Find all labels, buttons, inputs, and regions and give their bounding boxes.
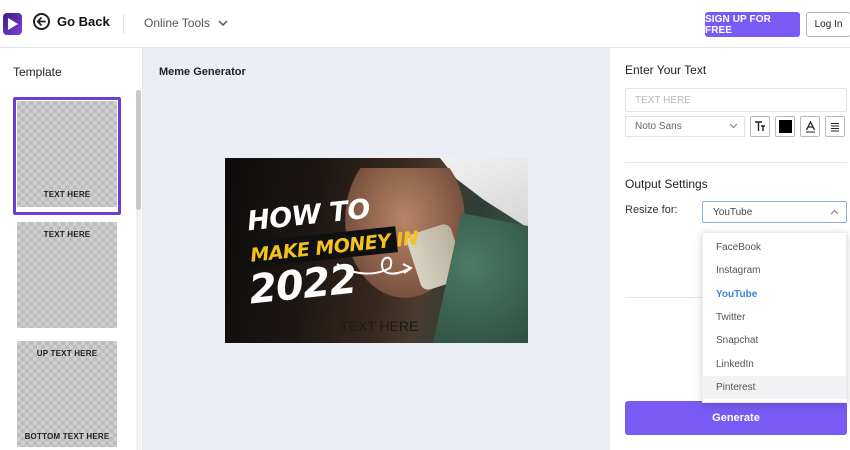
top-bar: Go Back Online Tools SIGN UP FOR FREE Lo… [0, 0, 850, 48]
template-top-text: TEXT HERE [43, 230, 91, 239]
meme-overlay-text[interactable]: TEXT HERE [340, 318, 418, 334]
resize-for-select[interactable]: YouTube [702, 201, 847, 223]
text-size-button[interactable] [750, 116, 770, 137]
template-panel-title: Template [13, 65, 62, 79]
dropdown-option-instagram[interactable]: Instagram [703, 259, 846, 282]
template-panel: Template TEXT HERE TEXT HERE UP TEXT HER… [0, 48, 143, 450]
arrow-left-icon [33, 13, 50, 30]
swoosh-arrow-icon [336, 256, 413, 275]
settings-panel: Enter Your Text TEXT HERE Noto Sans Outp… [610, 48, 850, 450]
dropdown-option-linkedin[interactable]: LinkedIn [703, 353, 846, 376]
online-tools-label: Online Tools [144, 16, 210, 30]
canvas-title: Meme Generator [159, 66, 246, 78]
go-back-label: Go Back [57, 14, 110, 29]
app-logo-icon[interactable] [3, 13, 22, 35]
align-icon [831, 122, 839, 132]
meme-image[interactable]: HOW TO MAKE MONEY IN 2022 TEXT HERE [225, 158, 528, 343]
online-tools-menu[interactable]: Online Tools [144, 16, 228, 30]
resize-for-label: Resize for: [625, 204, 678, 216]
dropdown-option-facebook[interactable]: FaceBook [703, 236, 846, 259]
resize-dropdown-menu: FaceBook Instagram YouTube Twitter Snapc… [702, 232, 847, 403]
font-family-value: Noto Sans [635, 121, 682, 132]
meme-text-input[interactable]: TEXT HERE [625, 88, 847, 112]
dropdown-option-youtube[interactable]: YouTube [703, 283, 846, 306]
dropdown-option-pinterest[interactable]: Pinterest [703, 376, 846, 399]
chevron-down-icon [729, 123, 738, 129]
text-align-button[interactable] [825, 116, 845, 137]
text-style-button[interactable] [800, 116, 820, 137]
dropdown-option-snapchat[interactable]: Snapchat [703, 329, 846, 352]
resize-for-value: YouTube [713, 206, 753, 218]
generate-button[interactable]: Generate [625, 401, 847, 435]
header-divider [123, 14, 124, 34]
dropdown-option-twitter[interactable]: Twitter [703, 306, 846, 329]
section-divider [625, 162, 847, 163]
color-swatch-icon [778, 120, 792, 133]
text-size-icon [755, 121, 765, 131]
template-card[interactable]: TEXT HERE [17, 222, 117, 328]
output-settings-title: Output Settings [625, 177, 708, 191]
template-top-text: UP TEXT HERE [36, 349, 98, 358]
chevron-up-icon [830, 209, 839, 215]
chevron-down-icon [218, 20, 228, 26]
template-scrollbar-thumb[interactable] [136, 90, 141, 210]
canvas-area: Meme Generator HOW TO MAKE MONEY IN 2022… [143, 48, 610, 450]
font-family-select[interactable]: Noto Sans [625, 116, 745, 137]
text-style-icon [805, 120, 815, 132]
text-color-button[interactable] [775, 116, 795, 137]
template-card[interactable]: UP TEXT HERE BOTTOM TEXT HERE [17, 341, 117, 447]
sign-up-button[interactable]: SIGN UP FOR FREE [705, 12, 800, 37]
enter-text-title: Enter Your Text [625, 63, 707, 77]
template-card[interactable]: TEXT HERE [17, 101, 117, 207]
log-in-button[interactable]: Log In [806, 12, 850, 37]
template-bottom-text: TEXT HERE [43, 190, 91, 199]
template-bottom-text: BOTTOM TEXT HERE [24, 432, 110, 441]
go-back-button[interactable]: Go Back [33, 13, 110, 30]
